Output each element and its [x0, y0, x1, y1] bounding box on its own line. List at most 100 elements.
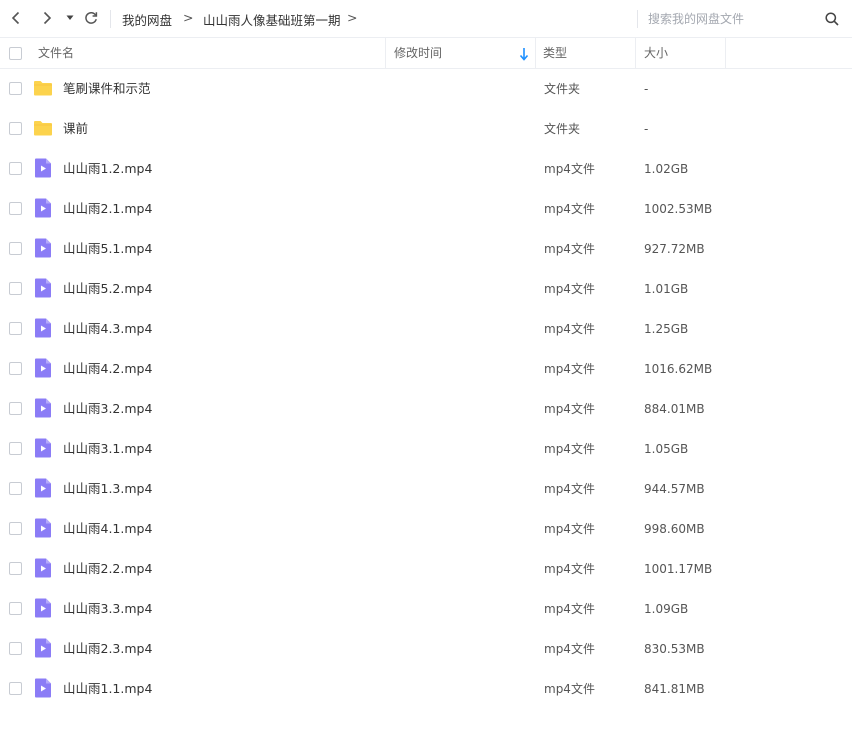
- file-name[interactable]: 山山雨1.2.mp4: [63, 149, 152, 189]
- file-type: mp4文件: [544, 442, 595, 456]
- file-name[interactable]: 山山雨4.2.mp4: [63, 349, 152, 389]
- file-type: mp4文件: [544, 682, 595, 696]
- file-name[interactable]: 山山雨4.3.mp4: [63, 309, 152, 349]
- refresh-icon: [85, 11, 98, 24]
- file-name[interactable]: 山山雨3.2.mp4: [63, 389, 152, 429]
- file-row[interactable]: 山山雨5.1.mp4 mp4文件 927.72MB: [0, 229, 852, 269]
- search-button[interactable]: [822, 9, 842, 29]
- file-row[interactable]: 山山雨1.1.mp4 mp4文件 841.81MB: [0, 669, 852, 709]
- history-dropdown-button[interactable]: [61, 8, 79, 28]
- file-row[interactable]: 课前 文件夹 -: [0, 109, 852, 149]
- video-file-icon: [35, 478, 51, 498]
- file-name[interactable]: 山山雨1.1.mp4: [63, 669, 152, 709]
- file-size: 1002.53MB: [644, 202, 713, 216]
- search-icon: [825, 12, 839, 26]
- row-checkbox[interactable]: [9, 362, 22, 375]
- breadcrumb-current-folder[interactable]: 山山雨人像基础班第一期: [203, 10, 341, 29]
- file-type: mp4文件: [544, 202, 595, 216]
- video-file-icon: [35, 198, 51, 218]
- file-size: 1.09GB: [644, 602, 689, 616]
- file-name[interactable]: 笔刷课件和示范: [63, 69, 151, 109]
- file-type: mp4文件: [544, 242, 595, 256]
- file-name[interactable]: 山山雨1.3.mp4: [63, 469, 152, 509]
- file-row[interactable]: 山山雨2.1.mp4 mp4文件 1002.53MB: [0, 189, 852, 229]
- chevron-left-icon: [11, 11, 20, 25]
- row-checkbox[interactable]: [9, 602, 22, 615]
- file-row[interactable]: 山山雨3.1.mp4 mp4文件 1.05GB: [0, 429, 852, 469]
- row-checkbox[interactable]: [9, 202, 22, 215]
- file-row[interactable]: 山山雨4.3.mp4 mp4文件 1.25GB: [0, 309, 852, 349]
- file-row[interactable]: 山山雨1.2.mp4 mp4文件 1.02GB: [0, 149, 852, 189]
- row-checkbox[interactable]: [9, 162, 22, 175]
- search-divider: [637, 10, 638, 28]
- row-checkbox[interactable]: [9, 322, 22, 335]
- column-header-type[interactable]: 类型: [543, 38, 567, 69]
- row-checkbox[interactable]: [9, 82, 22, 95]
- file-size: 998.60MB: [644, 522, 705, 536]
- file-size: -: [644, 82, 649, 96]
- row-checkbox[interactable]: [9, 122, 22, 135]
- row-checkbox[interactable]: [9, 642, 22, 655]
- file-type: mp4文件: [544, 322, 595, 336]
- file-type: 文件夹: [544, 82, 581, 96]
- file-type: mp4文件: [544, 282, 595, 296]
- file-row[interactable]: 山山雨4.2.mp4 mp4文件 1016.62MB: [0, 349, 852, 389]
- file-type: 文件夹: [544, 122, 581, 136]
- row-checkbox[interactable]: [9, 482, 22, 495]
- file-row[interactable]: 山山雨3.2.mp4 mp4文件 884.01MB: [0, 389, 852, 429]
- back-button[interactable]: [6, 8, 26, 28]
- file-name[interactable]: 山山雨4.1.mp4: [63, 509, 152, 549]
- file-size: 944.57MB: [644, 482, 705, 496]
- row-checkbox[interactable]: [9, 682, 22, 695]
- file-name[interactable]: 山山雨2.2.mp4: [63, 549, 152, 589]
- breadcrumb-separator: >: [183, 10, 194, 25]
- file-row[interactable]: 笔刷课件和示范 文件夹 -: [0, 69, 852, 109]
- sort-descending-icon[interactable]: [519, 47, 529, 61]
- refresh-button[interactable]: [81, 8, 101, 28]
- file-name[interactable]: 山山雨3.1.mp4: [63, 429, 152, 469]
- select-all-checkbox[interactable]: [9, 47, 22, 60]
- file-row[interactable]: 山山雨1.3.mp4 mp4文件 944.57MB: [0, 469, 852, 509]
- column-header-size[interactable]: 大小: [644, 38, 668, 69]
- video-file-icon: [35, 518, 51, 538]
- row-checkbox[interactable]: [9, 442, 22, 455]
- file-size: 830.53MB: [644, 642, 705, 656]
- file-row[interactable]: 山山雨2.3.mp4 mp4文件 830.53MB: [0, 629, 852, 669]
- column-divider: [635, 38, 636, 69]
- file-type: mp4文件: [544, 642, 595, 656]
- file-name[interactable]: 山山雨5.1.mp4: [63, 229, 152, 269]
- forward-button[interactable]: [37, 8, 57, 28]
- row-checkbox[interactable]: [9, 242, 22, 255]
- column-divider: [385, 38, 386, 69]
- file-type: mp4文件: [544, 482, 595, 496]
- top-toolbar: 我的网盘 > 山山雨人像基础班第一期 >: [0, 0, 852, 38]
- row-checkbox[interactable]: [9, 522, 22, 535]
- file-type: mp4文件: [544, 362, 595, 376]
- row-checkbox[interactable]: [9, 282, 22, 295]
- file-type: mp4文件: [544, 522, 595, 536]
- column-header-name[interactable]: 文件名: [38, 38, 74, 69]
- video-file-icon: [35, 358, 51, 378]
- file-row[interactable]: 山山雨2.2.mp4 mp4文件 1001.17MB: [0, 549, 852, 589]
- file-name[interactable]: 山山雨3.3.mp4: [63, 589, 152, 629]
- file-type: mp4文件: [544, 562, 595, 576]
- file-name[interactable]: 山山雨2.3.mp4: [63, 629, 152, 669]
- file-name[interactable]: 山山雨2.1.mp4: [63, 189, 152, 229]
- file-row[interactable]: 山山雨3.3.mp4 mp4文件 1.09GB: [0, 589, 852, 629]
- breadcrumb-separator: >: [347, 10, 358, 25]
- folder-icon: [34, 121, 52, 136]
- video-file-icon: [35, 438, 51, 458]
- breadcrumb-my-netdisk[interactable]: 我的网盘: [122, 10, 172, 29]
- search-input[interactable]: [648, 8, 818, 30]
- chevron-right-icon: [43, 11, 52, 25]
- column-header-modified[interactable]: 修改时间: [394, 38, 442, 69]
- file-row[interactable]: 山山雨4.1.mp4 mp4文件 998.60MB: [0, 509, 852, 549]
- column-divider: [725, 38, 726, 69]
- file-size: 1.02GB: [644, 162, 689, 176]
- file-row[interactable]: 山山雨5.2.mp4 mp4文件 1.01GB: [0, 269, 852, 309]
- row-checkbox[interactable]: [9, 402, 22, 415]
- file-name[interactable]: 课前: [63, 109, 88, 149]
- caret-down-icon: [66, 15, 74, 20]
- row-checkbox[interactable]: [9, 562, 22, 575]
- file-name[interactable]: 山山雨5.2.mp4: [63, 269, 152, 309]
